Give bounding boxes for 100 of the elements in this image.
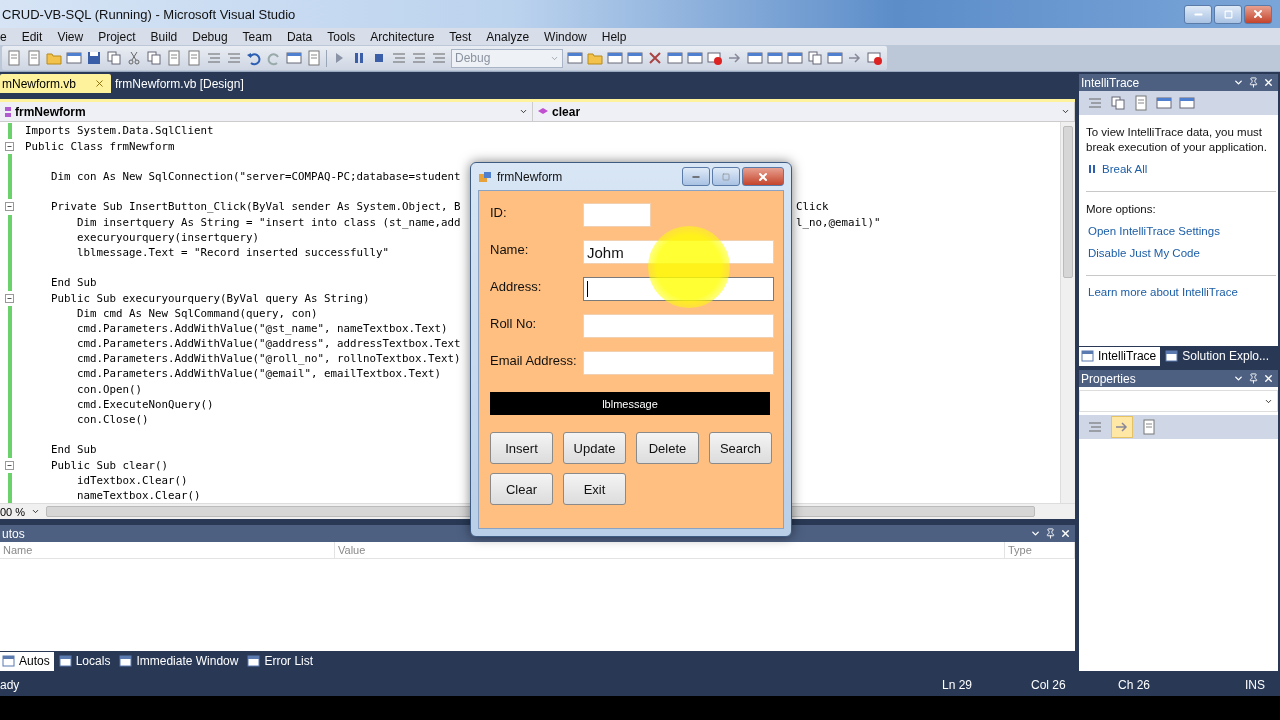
- maximize-button[interactable]: [712, 167, 740, 186]
- document-icon[interactable]: [1133, 95, 1149, 111]
- pause-icon: [1088, 164, 1097, 174]
- menu-item[interactable]: e: [0, 29, 14, 44]
- vertical-scrollbar[interactable]: [1060, 122, 1075, 504]
- form-button[interactable]: Search: [709, 432, 772, 464]
- folder-icon[interactable]: [587, 50, 603, 66]
- save-icon[interactable]: [86, 50, 102, 66]
- dropdown-icon[interactable]: [1233, 373, 1244, 384]
- minimize-button[interactable]: [682, 167, 710, 186]
- close-icon[interactable]: [1263, 77, 1274, 88]
- pin-icon[interactable]: [1045, 528, 1056, 540]
- document-icon[interactable]: [186, 50, 202, 66]
- menu-item[interactable]: Help: [593, 29, 634, 44]
- window-icon[interactable]: [787, 50, 803, 66]
- lines-icon[interactable]: [391, 50, 407, 66]
- copy-icon[interactable]: [807, 50, 823, 66]
- window-icon[interactable]: [747, 50, 763, 66]
- zoom-level[interactable]: 00 %: [0, 505, 26, 518]
- menu-item[interactable]: Analyze: [478, 29, 537, 44]
- close-button[interactable]: [742, 167, 784, 186]
- lines-icon[interactable]: [226, 50, 242, 66]
- window-icon[interactable]: [827, 50, 843, 66]
- copy-icon[interactable]: [146, 50, 162, 66]
- undo-icon[interactable]: [246, 50, 262, 66]
- panel-tab[interactable]: Solution Explo...: [1163, 346, 1273, 366]
- column-header[interactable]: Value: [335, 542, 1005, 559]
- menu-item[interactable]: Data: [278, 29, 320, 44]
- lines-icon[interactable]: [206, 50, 222, 66]
- panel-title: utos: [2, 526, 25, 541]
- method-icon: [537, 106, 550, 117]
- window-icon[interactable]: [1156, 95, 1172, 111]
- close-icon: [757, 170, 769, 183]
- close-icon[interactable]: [1060, 528, 1071, 540]
- close-icon[interactable]: [94, 78, 105, 90]
- document-icon[interactable]: [306, 50, 322, 66]
- document-icon[interactable]: [166, 50, 182, 66]
- window-icon[interactable]: [607, 50, 623, 66]
- menu-item[interactable]: Architecture: [362, 29, 442, 44]
- document-icon[interactable]: [6, 50, 22, 66]
- maximize-button[interactable]: [1214, 4, 1242, 24]
- tools-icon[interactable]: [647, 50, 663, 66]
- menu-item[interactable]: Team: [234, 29, 279, 44]
- document-icon[interactable]: [26, 50, 42, 66]
- menu-item[interactable]: Debug: [184, 29, 235, 44]
- menu-item[interactable]: Edit: [13, 29, 50, 44]
- window-icon[interactable]: [1179, 95, 1195, 111]
- panel-tab[interactable]: IntelliTrace: [1079, 346, 1161, 366]
- learn-more-link[interactable]: Learn more about IntelliTrace: [1088, 286, 1276, 298]
- form-button[interactable]: Update: [563, 432, 626, 464]
- scissors-icon[interactable]: [126, 50, 142, 66]
- form-icon: [478, 170, 492, 183]
- menu-item[interactable]: Build: [142, 29, 185, 44]
- break-all-link[interactable]: Break All: [1088, 163, 1276, 175]
- copy-icon[interactable]: [1110, 95, 1126, 111]
- member-dropdown[interactable]: clear: [533, 102, 1075, 122]
- folder-icon[interactable]: [46, 50, 62, 66]
- window-icon[interactable]: [687, 50, 703, 66]
- text-field[interactable]: [583, 277, 774, 301]
- column-header[interactable]: Name: [0, 542, 335, 559]
- menu-item[interactable]: Tools: [319, 29, 363, 44]
- form-button[interactable]: Insert: [490, 432, 553, 464]
- form-button[interactable]: Clear: [490, 473, 553, 505]
- dropdown-icon[interactable]: [1233, 77, 1244, 88]
- window-icon[interactable]: [627, 50, 643, 66]
- window-icon[interactable]: [667, 50, 683, 66]
- document-tab[interactable]: frmNewform.vb [Design]: [113, 74, 250, 94]
- close-icon[interactable]: [1263, 373, 1274, 384]
- copy-icon[interactable]: [106, 50, 122, 66]
- form-button[interactable]: Exit: [563, 473, 626, 505]
- code-line: cmd.ExecuteNonQuery(): [76, 396, 214, 413]
- menu-item[interactable]: Project: [90, 29, 143, 44]
- panel-tab[interactable]: Immediate Window: [117, 651, 243, 671]
- window-icon[interactable]: [66, 50, 82, 66]
- panel-tab[interactable]: Locals: [56, 651, 115, 671]
- pin-icon[interactable]: [1248, 373, 1259, 384]
- pin-icon[interactable]: [1248, 77, 1259, 88]
- menu-item[interactable]: View: [49, 29, 91, 44]
- column-header[interactable]: Type: [1005, 542, 1075, 559]
- panel-tab[interactable]: Autos: [0, 651, 54, 671]
- close-button[interactable]: [1244, 4, 1272, 24]
- record-icon[interactable]: [867, 50, 883, 66]
- lines-icon[interactable]: [411, 50, 427, 66]
- document-tab[interactable]: mNewform.vb: [0, 74, 111, 94]
- menu-item[interactable]: Window: [536, 29, 594, 44]
- panel-tab[interactable]: Error List: [245, 651, 318, 671]
- option-link[interactable]: Open IntelliTrace Settings: [1088, 225, 1276, 237]
- window-icon[interactable]: [567, 50, 583, 66]
- text-field[interactable]: Johm: [583, 240, 774, 264]
- form-button[interactable]: Delete: [636, 432, 699, 464]
- lines-icon[interactable]: [431, 50, 447, 66]
- window-icon[interactable]: [286, 50, 302, 66]
- char-number: Ch 26: [1118, 678, 1152, 692]
- menu-item[interactable]: Test: [441, 29, 479, 44]
- option-link[interactable]: Disable Just My Code: [1088, 247, 1276, 259]
- minimize-button[interactable]: [1184, 4, 1212, 24]
- window-icon[interactable]: [767, 50, 783, 66]
- type-dropdown[interactable]: frmNewform: [0, 102, 534, 122]
- record-icon[interactable]: [707, 50, 723, 66]
- class-icon: [4, 105, 12, 118]
